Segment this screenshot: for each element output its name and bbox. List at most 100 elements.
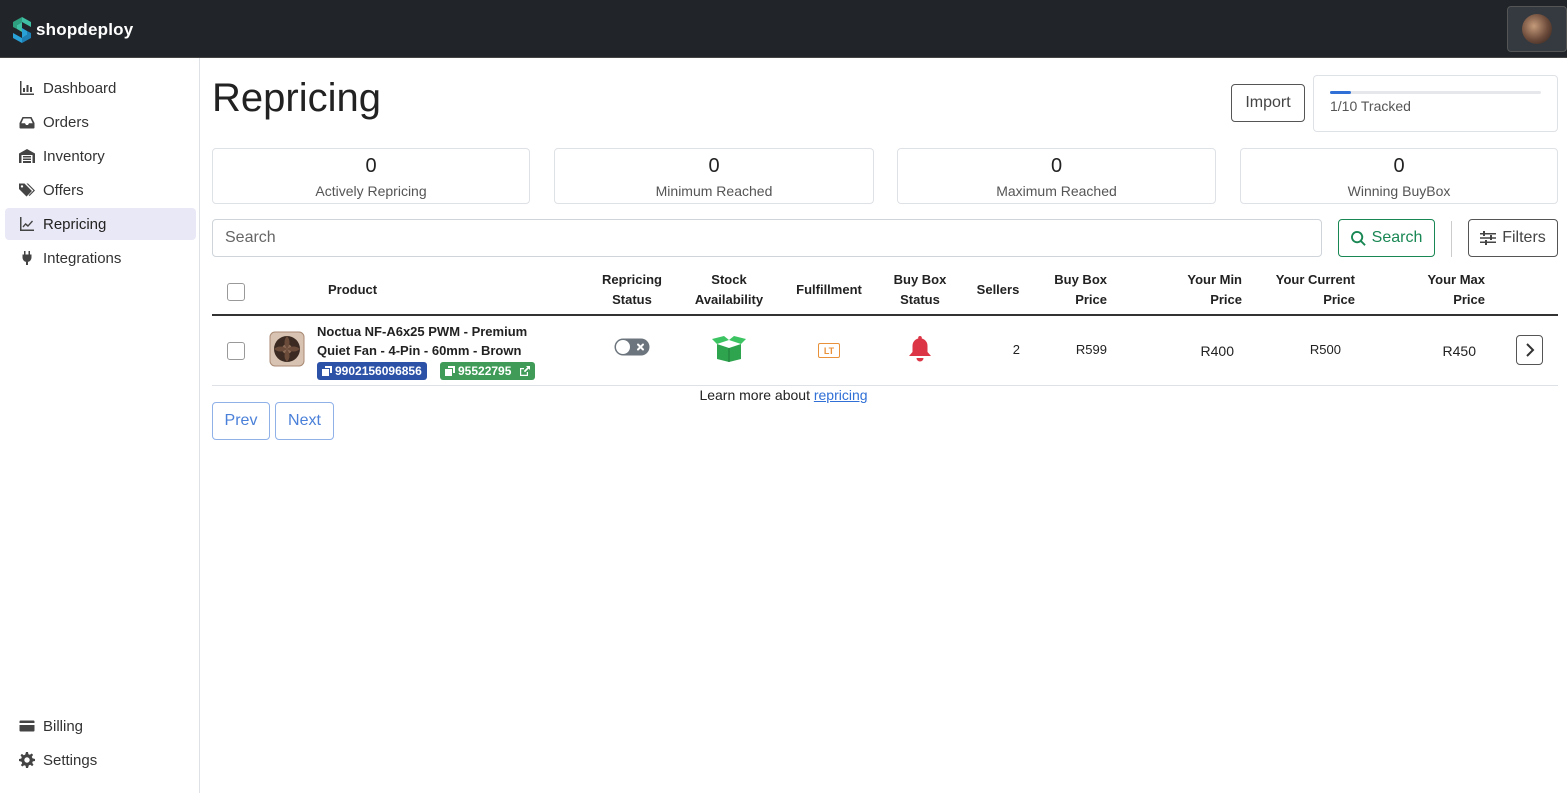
- brand[interactable]: shopdeploy: [12, 16, 133, 44]
- header-max-price: Your Max Price: [1385, 270, 1485, 310]
- sidebar-item-label: Offers: [43, 181, 84, 199]
- sidebar-item-label: Dashboard: [43, 79, 117, 97]
- inbox-icon: [19, 117, 35, 129]
- import-button[interactable]: Import: [1231, 84, 1305, 122]
- stat-label: Maximum Reached: [996, 183, 1117, 199]
- header-line: Buy Box: [1054, 272, 1107, 287]
- chart-bar-icon: [20, 81, 34, 95]
- header-current-price: Your Current Price: [1243, 270, 1355, 310]
- sidebar-item-dashboard[interactable]: Dashboard: [5, 72, 196, 104]
- table-header: Product Repricing Status Stock Availabil…: [212, 268, 1558, 316]
- search-input[interactable]: [212, 219, 1322, 257]
- sidebar-item-label: Inventory: [43, 147, 105, 165]
- barcode-text: 9902156096856: [335, 364, 422, 378]
- tracked-text: 1/10 Tracked: [1330, 98, 1411, 114]
- sidebar-item-integrations[interactable]: Integrations: [5, 242, 196, 274]
- header-stock-availability: Stock Availability: [679, 270, 779, 310]
- gear-icon: [19, 752, 35, 768]
- stat-value: 0: [708, 155, 720, 177]
- table-row[interactable]: Noctua NF-A6x25 PWM - Premium Quiet Fan …: [212, 316, 1558, 386]
- copy-icon: [445, 366, 455, 376]
- header-product: Product: [328, 282, 378, 297]
- header-fulfillment: Fulfillment: [796, 282, 862, 297]
- chart-line-icon: [20, 217, 34, 231]
- stat-actively-repricing: 0 Actively Repricing: [212, 148, 530, 204]
- header-line: Your Min: [1187, 272, 1242, 287]
- prev-button[interactable]: Prev: [212, 402, 270, 440]
- sidebar-item-label: Settings: [43, 751, 98, 769]
- header-line: Status: [612, 292, 652, 307]
- next-button[interactable]: Next: [275, 402, 334, 440]
- stat-value: 0: [1050, 155, 1063, 177]
- sidebar-item-settings[interactable]: Settings: [5, 744, 196, 776]
- barcode-badge[interactable]: 9902156096856: [317, 362, 427, 380]
- header-line: Status: [900, 292, 940, 307]
- shopdeploy-logo-icon: [13, 17, 31, 43]
- max-price-value[interactable]: R450: [1385, 343, 1476, 359]
- header-line: Price: [1075, 292, 1107, 307]
- sidebar-item-offers[interactable]: Offers: [5, 174, 196, 206]
- header-min-price: Your Min Price: [1142, 270, 1242, 310]
- repricing-link[interactable]: repricing: [814, 387, 868, 403]
- plug-icon: [22, 251, 32, 265]
- stat-value: 0: [365, 155, 377, 177]
- tags-icon: [19, 183, 35, 197]
- stat-maximum-reached: 0 Maximum Reached: [897, 148, 1216, 204]
- sidebar-item-label: Billing: [43, 717, 84, 735]
- bell-icon: [909, 336, 931, 362]
- page-title: Repricing: [212, 76, 381, 120]
- buybox-price-value: R599: [1075, 342, 1107, 357]
- sidebar-item-label: Orders: [43, 113, 89, 131]
- main-content: Repricing Import 1/10 Tracked 0 Actively…: [200, 58, 1567, 793]
- repricing-toggle[interactable]: [614, 338, 650, 356]
- learn-more: Learn more about repricing: [0, 387, 1567, 403]
- user-menu-button[interactable]: [1507, 6, 1567, 52]
- header-line: Availability: [694, 292, 764, 307]
- tracked-usage: 1/10 Tracked: [1313, 75, 1558, 132]
- product-title[interactable]: Noctua NF-A6x25 PWM - Premium Quiet Fan …: [317, 322, 557, 360]
- search-button-label: Search: [1371, 229, 1423, 246]
- current-price-value: R500: [1309, 342, 1341, 357]
- row-details-button[interactable]: [1516, 335, 1543, 365]
- stat-label: Actively Repricing: [315, 183, 427, 199]
- stat-value: 0: [1393, 155, 1405, 177]
- sellers-value: 2: [1012, 342, 1020, 357]
- chevron-right-icon: [1525, 343, 1534, 357]
- row-checkbox[interactable]: [227, 342, 245, 360]
- plid-badge[interactable]: 95522795: [440, 362, 536, 380]
- toolbar-divider: [1451, 221, 1452, 257]
- credit-card-icon: [19, 720, 35, 732]
- select-all-checkbox[interactable]: [227, 283, 245, 301]
- sidebar-item-billing[interactable]: Billing: [5, 710, 196, 742]
- filters-button-label: Filters: [1502, 229, 1546, 246]
- header-sellers: Sellers: [976, 282, 1020, 297]
- header-line: Price: [1323, 292, 1355, 307]
- sidebar-item-orders[interactable]: Orders: [5, 106, 196, 138]
- sidebar: Dashboard Orders Inventory Offers Repric…: [0, 58, 200, 793]
- header-repricing-status: Repricing Status: [582, 270, 682, 310]
- header-line: Your Current: [1275, 272, 1355, 287]
- filters-button[interactable]: Filters: [1468, 219, 1558, 257]
- top-navbar: shopdeploy: [0, 0, 1567, 58]
- copy-icon: [322, 366, 332, 376]
- header-line: Price: [1210, 292, 1242, 307]
- avatar: [1522, 14, 1552, 44]
- stock-box-icon: [712, 336, 746, 362]
- tracked-progress-fill: [1330, 91, 1352, 94]
- sidebar-item-inventory[interactable]: Inventory: [5, 140, 196, 172]
- header-line: Repricing: [602, 272, 662, 287]
- sliders-icon: [1480, 231, 1497, 245]
- search-button[interactable]: Search: [1338, 219, 1435, 257]
- sidebar-item-label: Integrations: [43, 249, 122, 267]
- header-line: Your Max: [1427, 272, 1485, 287]
- external-link-icon: [520, 366, 531, 376]
- min-price-value[interactable]: R400: [1142, 343, 1234, 359]
- stat-label: Winning BuyBox: [1347, 183, 1451, 199]
- sidebar-item-label: Repricing: [43, 215, 107, 233]
- sidebar-item-repricing[interactable]: Repricing: [5, 208, 196, 240]
- tracked-progress-bar: [1330, 91, 1541, 94]
- header-buybox-status: Buy Box Status: [870, 270, 970, 310]
- header-line: Price: [1453, 292, 1485, 307]
- product-thumbnail: [269, 331, 305, 367]
- plid-text: 95522795: [458, 364, 512, 378]
